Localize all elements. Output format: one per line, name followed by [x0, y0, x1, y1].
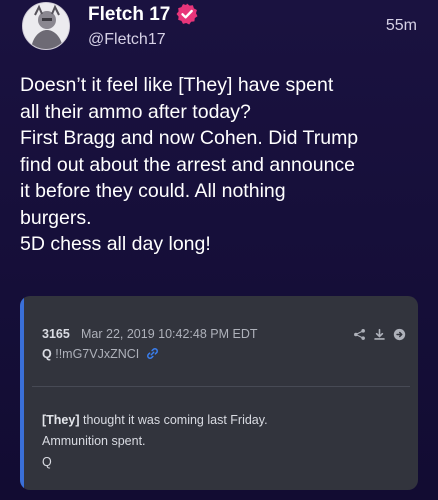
avatar[interactable]: [22, 2, 70, 50]
quote-author-line: Q !!mG7VJxZNCI: [42, 347, 159, 361]
quote-text-line: Ammunition spent.: [42, 434, 146, 448]
post-body: Doesn’t it feel like [They] have spent a…: [20, 72, 430, 258]
quote-date: Mar 22, 2019 10:42:48 PM EDT: [81, 327, 258, 341]
share-icon[interactable]: [353, 328, 366, 341]
open-arrow-icon[interactable]: [393, 328, 406, 341]
quote-accent-bar: [20, 296, 24, 490]
handle[interactable]: @Fletch17: [88, 31, 166, 49]
post-page: Fletch 17 @Fletch17 55m Doesn’t it feel …: [0, 0, 438, 500]
quote-tripcode: !!mG7VJxZNCI: [55, 347, 140, 361]
quote-author: Q: [42, 347, 52, 361]
post-line: find out about the arrest and announce: [20, 153, 356, 176]
post-line: 5D chess all day long!: [20, 233, 211, 255]
quote-signature: Q: [42, 455, 52, 469]
verified-badge-icon: [176, 3, 198, 25]
post-header: Fletch 17 @Fletch17 55m: [0, 0, 438, 60]
post-line: burgers.: [20, 206, 92, 229]
quote-post-number: 3165: [42, 327, 70, 341]
quote-text-line: [They] thought it was coming last Friday…: [42, 410, 268, 431]
link-icon[interactable]: [146, 347, 159, 360]
download-icon[interactable]: [373, 328, 386, 341]
quoted-post-card[interactable]: 3165 Mar 22, 2019 10:42:48 PM EDT Q !!mG…: [20, 296, 418, 490]
post-line: it before they could. All nothing: [20, 180, 286, 202]
post-line: First Bragg and now Cohen. Did Trump: [20, 127, 359, 149]
post-line: Doesn’t it feel like [They] have spent: [20, 74, 334, 96]
avatar-image: [23, 3, 69, 49]
quote-tag: [They]: [42, 413, 80, 427]
quote-text-rest: thought it was coming last Friday.: [79, 413, 268, 427]
quote-text: [They] thought it was coming last Friday…: [42, 410, 268, 473]
quote-divider: [32, 386, 410, 387]
display-name[interactable]: Fletch 17: [88, 4, 170, 26]
quote-actions: [353, 328, 406, 341]
timestamp: 55m: [385, 17, 417, 34]
post-line: all their ammo after today?: [20, 100, 251, 123]
